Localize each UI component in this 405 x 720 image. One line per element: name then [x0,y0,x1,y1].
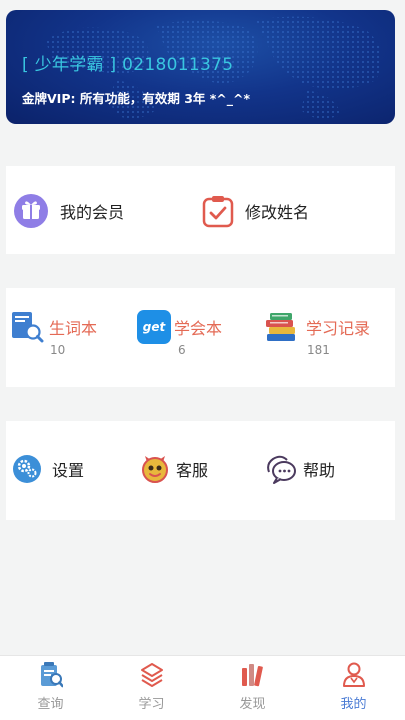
edit-name-item[interactable]: 修改姓名 [201,194,309,228]
edit-name-clipboard-icon [201,194,235,228]
vip-banner: [ 少年学霸 ] 0218011375 金牌VIP: 所有功能，有效期 3年 *… [6,10,395,124]
my-membership-item[interactable]: 我的会员 [14,194,124,228]
tab-discover[interactable]: 发现 [202,656,303,720]
discover-books-icon [242,664,263,687]
customer-service-label: 客服 [176,461,209,480]
help-label: 帮助 [303,461,336,480]
settings-label: 设置 [52,461,85,480]
settings-item[interactable]: 设置 [12,454,84,484]
learned-label: 学会本 [174,319,223,338]
tab-search-label: 查询 [37,697,64,712]
study-record-label: 学习记录 [306,319,371,338]
get-learned-icon: get [137,310,171,344]
search-book-icon [41,662,63,688]
learned-count: 6 [178,343,186,357]
help-chat-icon [265,454,297,484]
tab-study[interactable]: 学习 [101,656,202,720]
customer-service-item[interactable]: 客服 [140,454,208,484]
membership-gift-icon [14,194,48,228]
my-membership-label: 我的会员 [60,203,125,222]
tab-study-label: 学习 [138,697,165,712]
stats-card: 生词本 10 get 学会本 6 学习记录 181 [6,288,395,387]
wordbook-icon [10,310,44,344]
wordbook-count: 10 [50,343,66,357]
study-record-item[interactable]: 学习记录 [264,310,394,344]
tab-mine-label: 我的 [340,697,367,712]
tab-discover-label: 发现 [239,697,266,712]
tab-search[interactable]: 查询 [0,656,101,720]
username-id: [ 少年学霸 ] 0218011375 [22,55,234,75]
wordbook-item[interactable]: 生词本 [10,310,130,344]
books-record-icon [264,310,298,344]
customer-service-icon [140,454,170,484]
study-record-count: 181 [307,343,330,357]
vip-status: 金牌VIP: 所有功能，有效期 3年 *^_^* [22,91,251,106]
edit-name-label: 修改姓名 [245,203,310,222]
svg-text:get: get [143,320,167,334]
settings-gear-icon [12,454,42,484]
account-card: 我的会员 修改姓名 [6,166,395,254]
learned-item[interactable]: get 学会本 [137,310,257,344]
help-item[interactable]: 帮助 [265,454,335,484]
service-card: 设置 客服 帮助 [6,421,395,520]
user-profile-icon [343,662,365,687]
wordbook-label: 生词本 [49,319,98,338]
tab-mine[interactable]: 我的 [303,656,404,720]
layers-icon [141,663,163,687]
bottom-tab-bar: 查询 学习 发现 我的 [0,655,405,720]
